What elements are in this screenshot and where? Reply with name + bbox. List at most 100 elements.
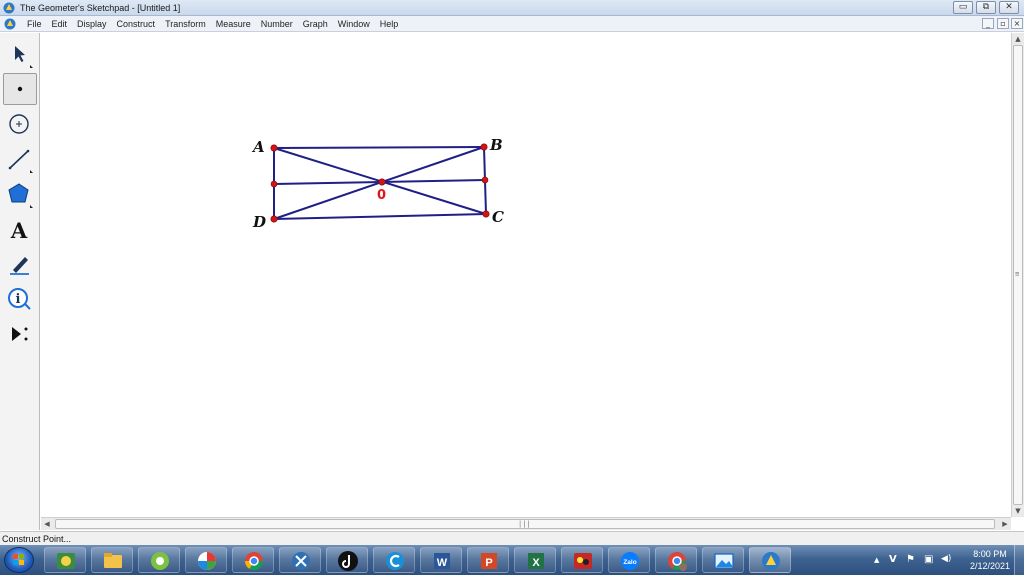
custom-tool[interactable]: [3, 318, 37, 350]
menu-construct[interactable]: Construct: [112, 16, 161, 32]
svg-text:W: W: [437, 557, 448, 569]
taskbar-excel[interactable]: X: [514, 547, 556, 573]
taskbar-xampp[interactable]: [279, 547, 321, 573]
menu-items: File Edit Display Construct Transform Me…: [22, 16, 403, 32]
menu-transform[interactable]: Transform: [160, 16, 211, 32]
vertical-grip-icon: ≡: [1015, 270, 1020, 278]
doc-close-button[interactable]: ×: [1011, 18, 1023, 29]
information-tool[interactable]: i: [3, 283, 37, 315]
tray-v-icon[interactable]: V: [889, 554, 897, 565]
compass-tool[interactable]: [3, 108, 37, 140]
action-center-flag-icon[interactable]: ⚑: [906, 554, 915, 565]
point-o[interactable]: [378, 178, 386, 186]
polygon-tool[interactable]: [3, 178, 37, 210]
arrow-tool[interactable]: [3, 38, 37, 70]
horizontal-scrollbar[interactable]: ◀ ||| ▶: [41, 517, 1011, 530]
coccoc-browser-icon: [151, 552, 169, 570]
label-b[interactable]: B: [489, 136, 503, 154]
menu-help[interactable]: Help: [375, 16, 404, 32]
minimize-button[interactable]: ▭: [953, 1, 973, 14]
scroll-down-arrow[interactable]: ▼: [1012, 505, 1024, 517]
menu-window[interactable]: Window: [333, 16, 375, 32]
tray-expand-icon[interactable]: ▲: [874, 556, 879, 564]
point-d[interactable]: [270, 215, 278, 223]
horizontal-scroll-thumb[interactable]: |||: [55, 519, 995, 529]
compass-tool-icon: [9, 114, 29, 134]
segment-cd[interactable]: [273, 213, 487, 220]
show-desktop-button[interactable]: [1014, 545, 1024, 575]
point-mid-ad[interactable]: [270, 180, 278, 188]
label-o[interactable]: 0: [377, 188, 386, 203]
clock-time[interactable]: 8:00 PM: [968, 549, 1012, 559]
network-icon[interactable]: ▣: [924, 554, 933, 565]
point-tool-icon: [17, 86, 23, 92]
document-icon[interactable]: [4, 18, 16, 30]
taskbar-photos[interactable]: [702, 547, 744, 573]
tiktok-icon: [338, 551, 358, 571]
close-button[interactable]: ✕: [999, 1, 1019, 14]
polygon-tool-icon: [8, 183, 33, 208]
volume-icon[interactable]: ◀): [941, 554, 951, 564]
paint-app-icon: [57, 553, 75, 569]
straightedge-tool[interactable]: [3, 143, 37, 175]
label-a[interactable]: A: [251, 138, 265, 156]
doc-restore-button[interactable]: ▫: [997, 18, 1009, 29]
picasa-icon: [198, 552, 216, 570]
point-tool[interactable]: [3, 73, 37, 105]
vertical-scrollbar[interactable]: ▲ ≡ ▼: [1011, 33, 1024, 517]
marker-tool-icon: [10, 257, 29, 275]
paint-3d-icon: [574, 553, 592, 569]
xampp-icon: [292, 552, 310, 570]
point-c[interactable]: [482, 210, 490, 218]
marker-tool[interactable]: [3, 248, 37, 280]
menu-display[interactable]: Display: [72, 16, 112, 32]
label-c[interactable]: C: [492, 208, 504, 226]
sketchpad-logo-icon: [3, 2, 15, 14]
scroll-left-arrow[interactable]: ◀: [41, 518, 53, 530]
clock-date[interactable]: 2/12/2021: [964, 561, 1016, 571]
menu-measure[interactable]: Measure: [211, 16, 256, 32]
custom-tool-icon: [12, 327, 28, 341]
taskbar-chrome-profile[interactable]: [655, 547, 697, 573]
taskbar-paint-app[interactable]: [44, 547, 86, 573]
taskbar-picasa[interactable]: [185, 547, 227, 573]
point-mid-bc[interactable]: [481, 176, 489, 184]
taskbar-tiktok[interactable]: [326, 547, 368, 573]
taskbar: W P X Zalo ▲ V ⚑ ▣ ◀) 8:00 PM 2/12/2021: [0, 545, 1024, 575]
segment-ab[interactable]: [273, 146, 485, 149]
taskbar-paint-3d[interactable]: [561, 547, 603, 573]
taskbar-word[interactable]: W: [420, 547, 462, 573]
svg-text:A: A: [10, 218, 28, 243]
point-a[interactable]: [270, 144, 278, 152]
word-icon: W: [434, 553, 450, 569]
sketch-canvas[interactable]: A B C D 0: [41, 33, 1011, 517]
taskbar-zalo[interactable]: Zalo: [608, 547, 650, 573]
taskbar-coccoc[interactable]: [138, 547, 180, 573]
scroll-up-arrow[interactable]: ▲: [1012, 33, 1024, 45]
taskbar-chrome[interactable]: [232, 547, 274, 573]
vertical-scroll-thumb[interactable]: ≡: [1013, 45, 1023, 505]
menu-file[interactable]: File: [22, 16, 47, 32]
taskbar-ccleaner[interactable]: [373, 547, 415, 573]
taskbar-powerpoint[interactable]: P: [467, 547, 509, 573]
powerpoint-icon: P: [481, 553, 497, 569]
doc-minimize-button[interactable]: _: [982, 18, 994, 29]
scroll-right-arrow[interactable]: ▶: [999, 518, 1011, 530]
menu-graph[interactable]: Graph: [298, 16, 333, 32]
straightedge-tool-icon: [8, 149, 33, 173]
sketch-drawing[interactable]: A B C D 0: [41, 33, 1011, 517]
horizontal-grip-icon: |||: [518, 520, 531, 528]
title-bar: The Geometer's Sketchpad - [Untitled 1] …: [0, 0, 1024, 16]
point-b[interactable]: [480, 143, 488, 151]
taskbar-sketchpad[interactable]: [749, 547, 791, 573]
text-tool[interactable]: A: [3, 213, 37, 245]
restore-button[interactable]: ⧉: [976, 1, 996, 14]
label-d[interactable]: D: [252, 213, 266, 231]
menu-edit[interactable]: Edit: [47, 16, 73, 32]
arrow-tool-icon: [15, 46, 33, 68]
start-button[interactable]: [4, 547, 34, 573]
taskbar-explorer[interactable]: [91, 547, 133, 573]
menu-number[interactable]: Number: [256, 16, 298, 32]
text-tool-icon: A: [10, 218, 28, 243]
information-tool-icon: i: [8, 288, 31, 310]
